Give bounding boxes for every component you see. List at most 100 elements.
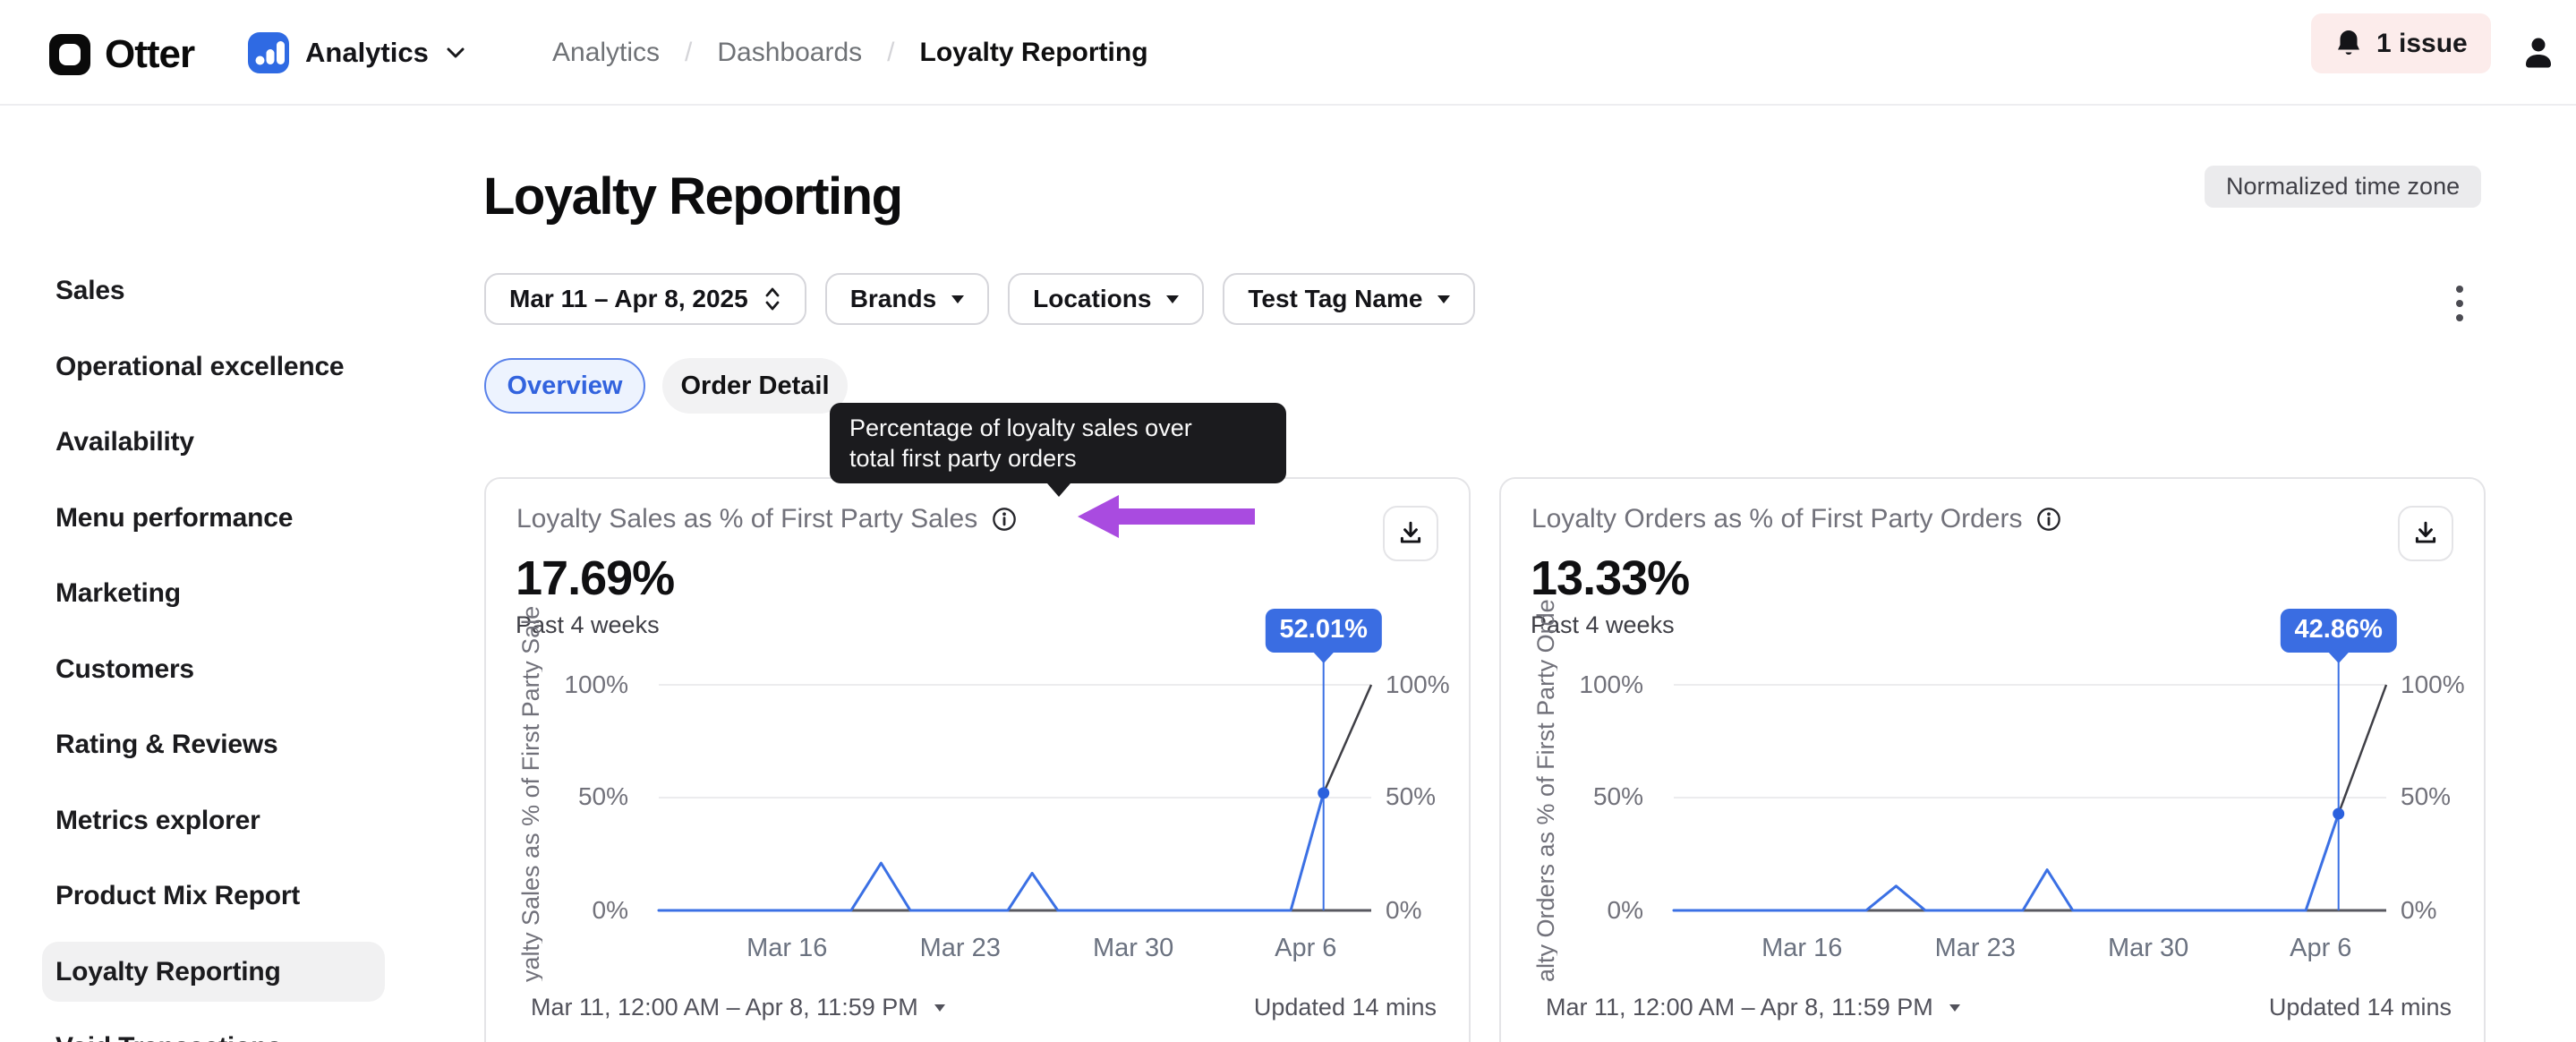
sidebar-item-label: Product Mix Report [55, 880, 301, 910]
sidebar-item-sales[interactable]: Sales [42, 260, 385, 320]
sidebar-item-label: Sales [55, 275, 125, 305]
card-title: Loyalty Orders as % of First Party Order… [1531, 504, 2023, 534]
locations-filter[interactable]: Locations [1008, 273, 1205, 325]
chart-cards-row: Loyalty Sales as % of First Party Sales … [484, 477, 2486, 1042]
updated-status: Updated 14 mins [1253, 994, 1437, 1021]
view-tabs: Overview Order Detail [484, 358, 848, 414]
y-axis-tick: 100% [1386, 670, 1450, 698]
top-bar: Otter Analytics Analytics / Dashboards /… [0, 0, 2576, 106]
peak-value-badge: 42.86% [2280, 609, 2397, 653]
sidebar-item-label: Metrics explorer [55, 805, 260, 835]
locations-filter-label: Locations [1033, 285, 1152, 312]
sidebar-item-label: Marketing [55, 577, 181, 608]
date-range-value: Mar 11 – Apr 8, 2025 [509, 285, 748, 312]
issues-count-label: 1 issue [2376, 28, 2468, 58]
breadcrumb-separator: / [887, 38, 895, 67]
chart-date-range-value: Mar 11, 12:00 AM – Apr 8, 11:59 PM [531, 994, 918, 1021]
y-axis-tick: 100% [1579, 670, 1643, 698]
chevron-down-icon [934, 1004, 945, 1012]
sidebar-item-operational-excellence[interactable]: Operational excellence [42, 337, 385, 397]
sidebar-item-rating-reviews[interactable]: Rating & Reviews [42, 714, 385, 774]
sidebar-item-label: Rating & Reviews [55, 729, 278, 759]
x-axis-tick: Mar 16 [746, 934, 828, 962]
card-header: Loyalty Orders as % of First Party Order… [1531, 504, 2061, 534]
x-axis-ticks: Mar 16 Mar 23 Mar 30 Apr 6 [659, 933, 1371, 963]
updated-status: Updated 14 mins [2268, 994, 2452, 1021]
sidebar-item-customers[interactable]: Customers [42, 639, 385, 699]
chevron-down-icon [445, 46, 466, 60]
x-axis-tick: Apr 6 [1275, 934, 1337, 962]
chevron-down-icon [951, 295, 965, 303]
more-options-button[interactable] [2442, 278, 2478, 329]
user-avatar-icon[interactable] [2519, 33, 2558, 73]
y-axis-tick: 100% [564, 670, 628, 698]
line-chart[interactable]: 42.86% [1672, 609, 2397, 915]
analytics-app-icon [248, 32, 289, 73]
issues-button[interactable]: 1 issue [2311, 13, 2491, 73]
app-switcher-label: Analytics [305, 37, 429, 68]
sidebar-item-label: Availability [55, 426, 194, 457]
tag-filter-label: Test Tag Name [1248, 285, 1423, 312]
tooltip-line: total first party orders [849, 445, 1077, 472]
sidebar-item-label: Loyalty Reporting [55, 956, 281, 986]
y-axis-tick: 100% [2401, 670, 2465, 698]
info-icon[interactable] [992, 507, 1017, 532]
loyalty-orders-card: Loyalty Orders as % of First Party Order… [1499, 477, 2486, 1042]
x-axis-tick: Mar 23 [1934, 934, 2016, 962]
info-icon[interactable] [2036, 507, 2061, 532]
y-axis-tick: 50% [2401, 782, 2452, 810]
tooltip-line: Percentage of loyalty sales over [849, 414, 1192, 441]
y-axis-tick: 0% [2401, 896, 2437, 924]
y-axis-tick: 50% [577, 782, 628, 810]
download-button[interactable] [2398, 506, 2453, 561]
sidebar-item-metrics-explorer[interactable]: Metrics explorer [42, 790, 385, 850]
download-button[interactable] [1383, 506, 1438, 561]
breadcrumb-analytics[interactable]: Analytics [552, 38, 660, 68]
card-header: Loyalty Sales as % of First Party Sales [516, 504, 1017, 534]
x-axis-tick: Mar 30 [2107, 934, 2189, 962]
chevron-down-icon [1437, 295, 1451, 303]
x-axis-tick: Mar 30 [1092, 934, 1174, 962]
sidebar-item-product-mix-report[interactable]: Product Mix Report [42, 866, 385, 926]
line-chart[interactable]: 52.01% [657, 609, 1382, 915]
tab-order-detail[interactable]: Order Detail [662, 358, 848, 414]
brands-filter[interactable]: Brands [824, 273, 990, 325]
card-footer: Mar 11, 12:00 AM – Apr 8, 11:59 PM Updat… [531, 994, 1437, 1021]
breadcrumb: Analytics / Dashboards / Loyalty Reporti… [552, 0, 1148, 106]
card-title: Loyalty Sales as % of First Party Sales [516, 504, 978, 534]
chevron-down-icon [1949, 1004, 1960, 1012]
app-root: Otter Analytics Analytics / Dashboards /… [0, 0, 2576, 1042]
chevron-down-icon [1166, 295, 1180, 303]
sidebar-item-label: Void Transactions [55, 1032, 282, 1042]
tag-filter[interactable]: Test Tag Name [1223, 273, 1476, 325]
sidebar-item-marketing[interactable]: Marketing [42, 563, 385, 623]
peak-value-badge: 52.01% [1265, 609, 1382, 653]
sort-updown-icon [763, 285, 781, 313]
y-axis-tick: 50% [1386, 782, 1437, 810]
sidebar-item-label: Operational excellence [55, 351, 345, 381]
sidebar-item-menu-performance[interactable]: Menu performance [42, 488, 385, 548]
chart-date-range-dropdown[interactable]: Mar 11, 12:00 AM – Apr 8, 11:59 PM [531, 994, 945, 1021]
loyalty-sales-card: Loyalty Sales as % of First Party Sales … [484, 477, 1471, 1042]
y-axis-tick: 0% [1607, 896, 1643, 924]
app-switcher[interactable]: Analytics [248, 32, 466, 73]
chart-date-range-value: Mar 11, 12:00 AM – Apr 8, 11:59 PM [1546, 994, 1933, 1021]
y-axis-tick: 50% [1592, 782, 1643, 810]
breadcrumb-separator: / [685, 38, 693, 67]
sidebar-item-loyalty-reporting[interactable]: Loyalty Reporting [42, 942, 385, 1002]
date-range-filter[interactable]: Mar 11 – Apr 8, 2025 [484, 273, 806, 325]
otter-wordmark: Otter [105, 32, 195, 76]
sidebar-item-void-transactions[interactable]: Void Transactions [42, 1017, 385, 1042]
breadcrumb-dashboards[interactable]: Dashboards [717, 38, 862, 68]
filter-bar: Mar 11 – Apr 8, 2025 Brands Locations Te… [484, 273, 1476, 325]
sidebar-item-availability[interactable]: Availability [42, 412, 385, 472]
y-axis-tick: 0% [592, 896, 628, 924]
sidebar-item-label: Customers [55, 653, 194, 684]
otter-logo[interactable]: Otter [49, 32, 195, 77]
chart-date-range-dropdown[interactable]: Mar 11, 12:00 AM – Apr 8, 11:59 PM [1546, 994, 1960, 1021]
bell-icon [2334, 29, 2363, 59]
timezone-badge: Normalized time zone [2205, 166, 2482, 208]
page-title: Loyalty Reporting [483, 167, 903, 226]
tab-overview[interactable]: Overview [484, 358, 645, 414]
sidebar-nav: Sales Operational excellence Availabilit… [0, 106, 452, 1042]
